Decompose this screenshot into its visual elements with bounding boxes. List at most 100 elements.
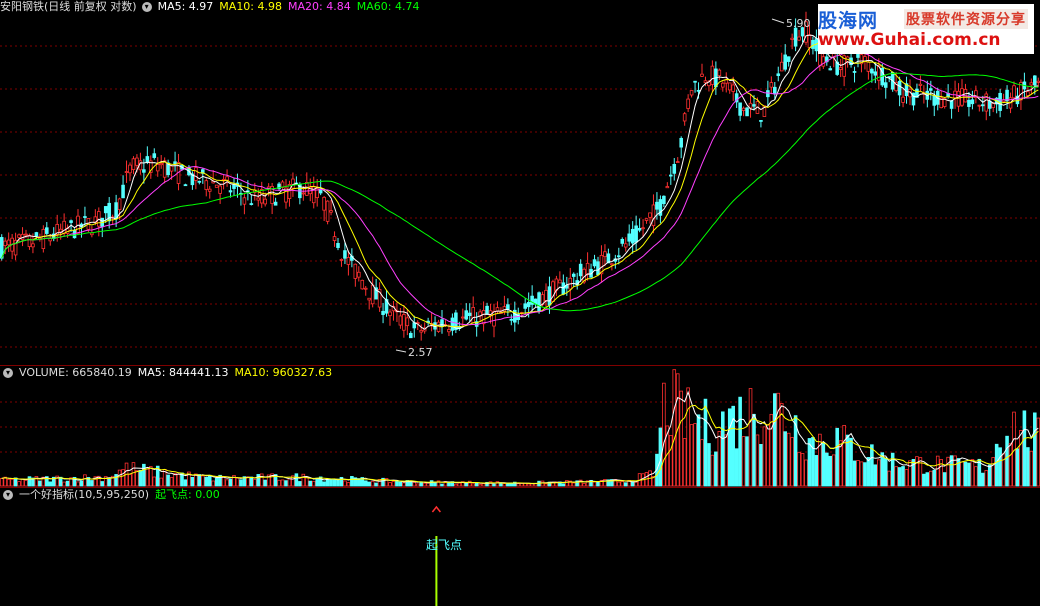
candle-body	[828, 68, 833, 71]
candle-body	[27, 234, 32, 247]
candle-body	[717, 69, 722, 76]
candle-body	[838, 67, 843, 70]
volume-bar	[183, 479, 188, 487]
volume-ma5-readout: MA5: 844441.13	[137, 366, 229, 379]
candle-body	[700, 73, 704, 77]
candle-body	[31, 243, 35, 248]
volume-bar	[402, 482, 406, 487]
candle-body	[467, 312, 472, 316]
ma5-readout: MA5: 4.97	[157, 0, 214, 13]
volume-bar	[145, 468, 150, 487]
price-candles	[0, 11, 1040, 341]
candle-body	[114, 202, 118, 220]
candle-body	[103, 206, 108, 214]
volume-readout: VOLUME: 665840.19	[19, 366, 132, 379]
volume-bar	[239, 479, 243, 487]
candle-body	[679, 137, 683, 148]
candle-body	[45, 227, 49, 234]
chevron-down-icon[interactable]: ▾	[3, 490, 13, 500]
volume-bar	[48, 481, 53, 487]
candle-body	[873, 71, 878, 76]
volume-bar	[363, 480, 368, 487]
volume-ma10-readout: MA10: 960327.63	[234, 366, 333, 379]
candle-body	[363, 287, 368, 290]
candle-body	[644, 218, 649, 221]
volume-bar	[963, 461, 968, 487]
volume-bar	[526, 483, 531, 487]
candle-body	[142, 169, 146, 173]
volume-bar	[565, 480, 569, 487]
candle-body	[807, 34, 812, 49]
candle-body	[738, 102, 742, 116]
volume-bar	[474, 482, 479, 487]
volume-bar	[932, 469, 937, 487]
volume-bar	[478, 483, 482, 487]
candle-body	[1029, 82, 1034, 86]
volume-bar	[62, 481, 66, 487]
volume-bar	[883, 457, 888, 487]
candle-body	[759, 120, 763, 122]
indicator-panel-header: ▾ 一个好指标(10,5,95,250) 起飞点: 0.00	[0, 488, 226, 502]
volume-bar	[825, 452, 829, 487]
volume-bar	[1022, 410, 1027, 487]
volume-bar	[856, 460, 860, 487]
candle-body	[301, 192, 306, 195]
volume-bar	[592, 481, 597, 487]
volume-bar	[710, 454, 715, 487]
candle-body	[332, 236, 337, 241]
candle-body	[793, 27, 798, 47]
candle-body	[630, 228, 635, 244]
candle-body	[724, 79, 729, 84]
candle-body	[662, 195, 666, 204]
volume-bar	[880, 452, 885, 487]
candle-body	[509, 318, 514, 321]
volume-bar	[766, 424, 770, 487]
volume-bar	[935, 455, 940, 487]
candle-body	[689, 90, 694, 96]
candle-body	[409, 332, 413, 339]
volume-bar	[929, 470, 933, 487]
candle-body	[727, 82, 732, 91]
volume-bar	[135, 470, 139, 487]
candle-body	[578, 263, 583, 277]
volume-bar	[662, 382, 666, 487]
volume-bar	[849, 437, 853, 487]
candle-body	[970, 99, 975, 105]
volume-bar	[343, 480, 347, 487]
candle-body	[117, 198, 122, 210]
volume-bar	[887, 470, 891, 487]
candle-body	[883, 82, 888, 88]
candle-body	[991, 102, 995, 108]
candle-body	[651, 204, 656, 227]
candle-body	[485, 305, 489, 315]
volume-panel-header: ▾ VOLUME: 665840.19 MA5: 844441.13 MA10: 96…	[0, 366, 338, 380]
volume-bar	[544, 483, 548, 487]
volume-bar	[974, 466, 978, 487]
volume-bar	[332, 479, 337, 487]
volume-bar	[866, 457, 871, 487]
ma20-readout: MA20: 4.84	[288, 0, 351, 13]
volume-bar	[582, 483, 586, 487]
ma60-readout: MA60: 4.74	[356, 0, 420, 13]
volume-bar	[173, 473, 177, 487]
volume-bar	[315, 477, 319, 487]
volume-bar	[1019, 429, 1023, 487]
candle-body	[987, 100, 992, 109]
volume-bar	[207, 474, 212, 487]
volume-bar	[721, 411, 725, 487]
candle-body	[776, 73, 781, 76]
volume-bar	[256, 474, 261, 487]
watermark-url: www.Guhai.com.cn	[818, 30, 1001, 50]
volume-bar	[454, 483, 458, 487]
candle-body	[665, 186, 670, 189]
candle-body	[672, 164, 677, 174]
chevron-down-icon[interactable]: ▾	[141, 2, 152, 12]
candle-body	[464, 310, 469, 320]
candle-body	[6, 239, 11, 246]
chevron-down-icon[interactable]: ▾	[3, 368, 13, 378]
volume-bar	[0, 477, 4, 487]
volume-bar	[682, 438, 687, 487]
volume-bar	[852, 460, 857, 487]
volume-bar	[412, 481, 417, 487]
candle-body	[752, 104, 756, 107]
